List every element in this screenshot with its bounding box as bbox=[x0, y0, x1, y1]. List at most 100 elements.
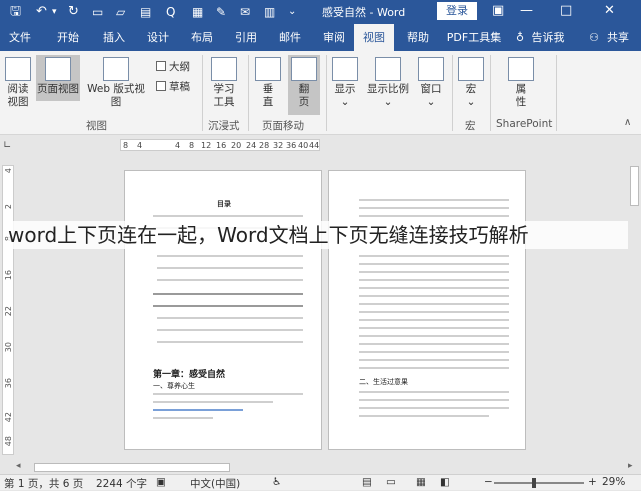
tab-file[interactable]: 文件 bbox=[0, 24, 40, 51]
vertical-button[interactable]: 垂 直 bbox=[254, 57, 282, 109]
close-icon[interactable]: ✕ bbox=[604, 3, 615, 18]
properties-label-1: 属 bbox=[515, 83, 527, 95]
scroll-right-icon[interactable]: ▸ bbox=[628, 461, 633, 471]
ruler-tick: 48 bbox=[4, 436, 13, 447]
show-label: 显示 bbox=[334, 83, 356, 95]
lightbulb-icon: ♁ bbox=[515, 31, 525, 44]
window-title: 感受自然 - Word bbox=[322, 6, 406, 19]
zoom-button[interactable]: 显示比例 ⌄ bbox=[364, 57, 412, 109]
print-preview-icon[interactable]: ▤ bbox=[140, 3, 151, 21]
group-label-macros: 宏 bbox=[465, 120, 476, 132]
tab-design[interactable]: 设计 bbox=[138, 24, 178, 51]
print-layout-label: 页面视图 bbox=[37, 83, 79, 95]
zoom-in-button[interactable]: + bbox=[588, 476, 597, 488]
vertical-scrollbar[interactable] bbox=[628, 152, 641, 461]
chapter-heading: 第一章：感受自然 bbox=[153, 370, 226, 380]
learning-tools-label-2: 工具 bbox=[213, 96, 235, 108]
ruler-tick: 2 bbox=[4, 204, 13, 210]
ruler-tick: 8 bbox=[123, 141, 129, 150]
proofing-icon[interactable]: ▣ bbox=[156, 476, 166, 488]
learning-tools-label-1: 学习 bbox=[213, 83, 235, 95]
ruler-tick: 44 bbox=[309, 141, 320, 150]
scroll-left-icon[interactable]: ◂ bbox=[16, 461, 21, 471]
tell-me-search[interactable]: 告诉我 bbox=[528, 24, 568, 51]
tab-insert[interactable]: 插入 bbox=[94, 24, 134, 51]
chevron-down-icon: ⌄ bbox=[426, 96, 436, 108]
tab-view[interactable]: 视图 bbox=[354, 24, 394, 51]
zoom-slider[interactable] bbox=[494, 482, 584, 484]
show-button[interactable]: 显示 ⌄ bbox=[330, 57, 360, 109]
tab-references[interactable]: 引用 bbox=[226, 24, 266, 51]
status-bar: 第 1 页，共 6 页 2244 个字 ▣ 中文(中国) ♿ ▤ ▭ ▦ ◧ −… bbox=[0, 474, 641, 490]
group-separator bbox=[202, 55, 203, 131]
format-painter-icon[interactable]: ✎ bbox=[216, 3, 226, 21]
show-icon bbox=[332, 57, 358, 81]
spellcheck-icon[interactable]: Q bbox=[166, 3, 175, 21]
undo-icon[interactable]: ↶ bbox=[36, 3, 47, 21]
tab-mailings[interactable]: 邮件 bbox=[270, 24, 310, 51]
redo-icon[interactable]: ↻ bbox=[68, 3, 79, 21]
tab-home[interactable]: 开始 bbox=[48, 24, 88, 51]
horizontal-ruler[interactable]: 8 4 4 8 12 16 20 24 28 32 36 40 44 bbox=[120, 139, 320, 151]
horizontal-scrollbar[interactable]: ◂ ▸ bbox=[14, 461, 641, 474]
word-count[interactable]: 2244 个字 bbox=[96, 476, 147, 491]
group-label-sharepoint: SharePoint bbox=[496, 118, 553, 130]
open-folder-icon[interactable]: ▱ bbox=[116, 3, 125, 21]
accessibility-icon[interactable]: ♿ bbox=[272, 476, 281, 488]
ribbon-tabs: 文件 开始 插入 设计 布局 引用 邮件 审阅 视图 帮助 PDF工具集 ♁ 告… bbox=[0, 24, 641, 51]
zoom-level[interactable]: 29% bbox=[602, 476, 625, 488]
ruler-tick: 16 bbox=[4, 270, 13, 281]
scrollbar-thumb[interactable] bbox=[630, 166, 639, 206]
web-layout-icon bbox=[103, 57, 129, 81]
minimize-icon[interactable]: — bbox=[520, 3, 533, 18]
properties-button[interactable]: 属 性 bbox=[506, 57, 536, 109]
tab-review[interactable]: 审阅 bbox=[314, 24, 354, 51]
learning-tools-button[interactable]: 学习 工具 bbox=[208, 57, 240, 109]
print-icon[interactable]: ▦ bbox=[192, 3, 203, 21]
properties-label-2: 性 bbox=[515, 96, 527, 108]
save-icon[interactable]: 🖫 bbox=[10, 3, 21, 21]
login-button[interactable]: 登录 bbox=[437, 2, 477, 20]
new-document-icon[interactable]: ▭ bbox=[92, 3, 103, 21]
ribbon-panel: 阅读 视图 页面视图 Web 版式视图 大纲 草稿 视图 学习 工具 沉浸式 垂… bbox=[0, 51, 641, 135]
window-label: 窗口 bbox=[420, 83, 442, 95]
ruler-tick: 40 bbox=[298, 141, 309, 150]
draft-button[interactable]: 草稿 bbox=[156, 79, 190, 94]
focus-mode-icon[interactable]: ▤ bbox=[362, 476, 372, 488]
undo-dropdown-icon[interactable]: ▾ bbox=[52, 3, 57, 21]
document-page-2[interactable]: 二、生活过意果 bbox=[328, 170, 526, 450]
outline-button[interactable]: 大纲 bbox=[156, 59, 190, 74]
ribbon-display-options-icon[interactable]: ▣ bbox=[492, 3, 504, 18]
email-icon[interactable]: ✉ bbox=[240, 3, 250, 21]
side-to-side-button[interactable]: 翻 页 bbox=[288, 55, 320, 115]
outline-label: 大纲 bbox=[169, 61, 190, 73]
language-status[interactable]: 中文(中国) bbox=[190, 476, 240, 491]
vertical-ruler[interactable]: 4 2 8 16 22 30 36 42 48 bbox=[2, 165, 14, 455]
tab-help[interactable]: 帮助 bbox=[398, 24, 438, 51]
tab-layout[interactable]: 布局 bbox=[182, 24, 222, 51]
print-layout-button[interactable]: 页面视图 bbox=[36, 55, 80, 101]
page-count[interactable]: 第 1 页，共 6 页 bbox=[4, 476, 83, 491]
collapse-ribbon-icon[interactable]: ∧ bbox=[624, 117, 631, 128]
ruler-tick: 4 bbox=[175, 141, 181, 150]
tab-pdf-tools[interactable]: PDF工具集 bbox=[444, 24, 504, 51]
share-person-icon: ⚇ bbox=[589, 31, 599, 44]
window-button[interactable]: 窗口 ⌄ bbox=[416, 57, 446, 109]
document-page-1[interactable]: 目录 第一章：感受自然 一、尊养心生 bbox=[124, 170, 322, 450]
tab-selector-icon[interactable]: ∟ bbox=[3, 140, 11, 151]
quick-print-icon[interactable]: ▥ bbox=[264, 3, 275, 21]
zoom-out-button[interactable]: − bbox=[484, 476, 493, 488]
read-mode-view-icon[interactable]: ▭ bbox=[386, 476, 396, 488]
macros-button[interactable]: 宏 ⌄ bbox=[456, 57, 486, 109]
customize-qat-icon[interactable]: ⌄ bbox=[288, 3, 296, 21]
scrollbar-thumb[interactable] bbox=[34, 463, 230, 472]
web-layout-button[interactable]: Web 版式视图 bbox=[82, 57, 150, 109]
chevron-down-icon: ⌄ bbox=[383, 96, 393, 108]
web-layout-view-icon[interactable]: ◧ bbox=[440, 476, 450, 488]
read-mode-button[interactable]: 阅读 视图 bbox=[2, 57, 34, 109]
ruler-tick: 28 bbox=[259, 141, 270, 150]
print-layout-view-icon[interactable]: ▦ bbox=[416, 476, 426, 488]
maximize-icon[interactable]: □ bbox=[560, 3, 572, 18]
zoom-slider-handle[interactable] bbox=[532, 478, 536, 488]
share-button[interactable]: 共享 bbox=[600, 24, 636, 51]
